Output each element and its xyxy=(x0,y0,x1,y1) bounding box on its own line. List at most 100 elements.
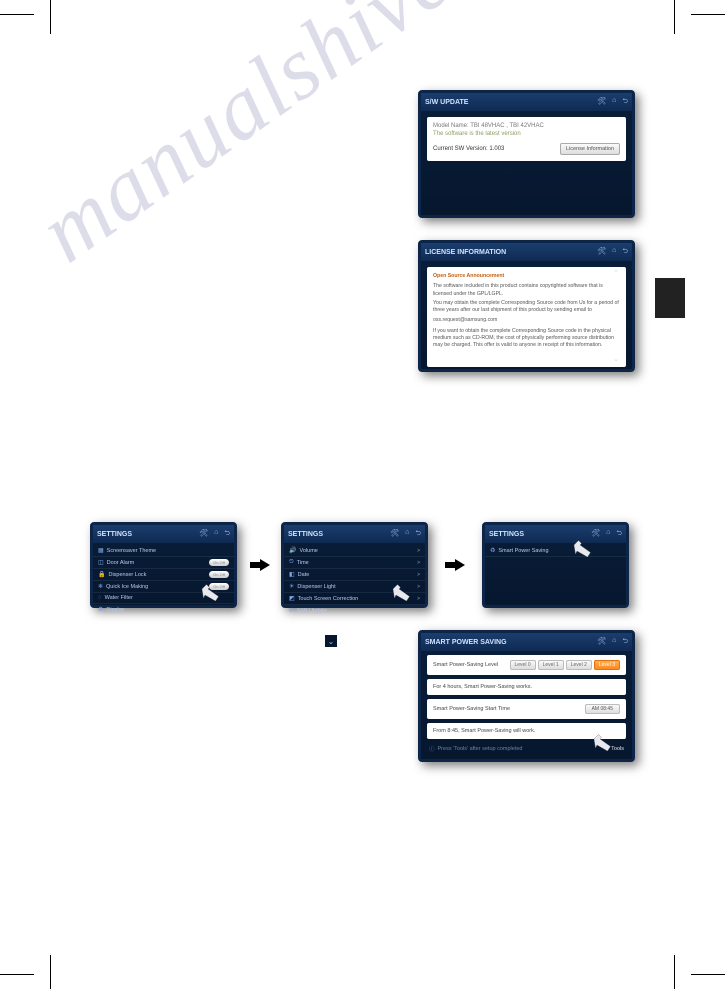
tools-icon[interactable]: 🛠 xyxy=(390,529,399,540)
row-icon: ⟳ xyxy=(289,607,294,614)
down-chevron-icon: ⌄ xyxy=(325,635,337,647)
settings-row[interactable]: ▦Screensaver Theme xyxy=(93,545,234,557)
settings-row[interactable]: ⚙Display xyxy=(93,604,234,616)
row-label: Display xyxy=(106,607,124,613)
tools-button-label[interactable]: Tools xyxy=(611,746,624,752)
power-saving-from-row: From 8:45, Smart Power-Saving will work. xyxy=(427,723,626,739)
latest-version-text: The software is the latest version xyxy=(433,131,620,137)
row-label: Date xyxy=(298,572,310,578)
power-saving-start-row: Smart Power-Saving Start Time AM 08:45 xyxy=(427,699,626,719)
back-icon[interactable]: ⮌ xyxy=(622,637,628,648)
open-source-heading: Open Source Announcement xyxy=(433,273,620,280)
row-icon: 🔒 xyxy=(98,571,105,578)
back-icon[interactable]: ⮌ xyxy=(224,529,230,540)
home-icon[interactable]: ⌂ xyxy=(612,637,616,648)
back-icon[interactable]: ⮌ xyxy=(616,529,622,540)
license-p1: The software included in this product co… xyxy=(433,283,620,298)
chevron-right-icon: > xyxy=(417,560,420,566)
license-p2: You may obtain the complete Correspondin… xyxy=(433,300,620,315)
toggle-switch[interactable]: On Off xyxy=(209,559,229,566)
smart-power-title: SMART POWER SAVING xyxy=(425,639,507,646)
info-icon: ⓘ xyxy=(429,745,435,753)
current-version: Current SW Version: 1.003 xyxy=(433,146,504,152)
row-icon: ☀ xyxy=(289,583,294,590)
tools-icon[interactable]: 🛠 xyxy=(597,247,606,258)
row-icon: ◌ xyxy=(98,595,102,601)
settings-row[interactable]: 🔊Volume > xyxy=(284,545,425,557)
level-2-button[interactable]: Level 2 xyxy=(566,660,592,670)
chevron-right-icon: > xyxy=(417,608,420,614)
row-icon: ⏲ xyxy=(289,559,294,566)
settings-row[interactable]: ◌Water Filter xyxy=(93,593,234,604)
license-p3: If you want to obtain the complete Corre… xyxy=(433,328,620,350)
home-icon[interactable]: ⌂ xyxy=(405,529,409,540)
home-icon[interactable]: ⌂ xyxy=(214,529,218,540)
row-label: Door Alarm xyxy=(107,560,135,566)
settings-panel-1: SETTINGS 🛠⌂⮌ ▦Screensaver Theme◫Door Ala… xyxy=(90,522,237,608)
settings-row[interactable]: ◧Date > xyxy=(284,569,425,581)
row-label: Dispenser Lock xyxy=(108,572,146,578)
tools-icon[interactable]: 🛠 xyxy=(597,637,606,648)
footer-instruction: ⓘ Press 'Tools' after setup completed To… xyxy=(421,743,632,755)
chevron-right-icon: > xyxy=(417,584,420,590)
row-icon: ◫ xyxy=(98,559,104,566)
row-label: Screensaver Theme xyxy=(107,548,156,554)
settings-row[interactable]: ◫Door Alarm On Off xyxy=(93,557,234,569)
settings-panel-2: SETTINGS 🛠⌂⮌ 🔊Volume>⏲Time>◧Date>☀Dispen… xyxy=(281,522,428,608)
model-name: Model Name: TBI 48VHAC , TBI 42VHAC xyxy=(433,123,620,129)
row-icon: ◩ xyxy=(289,595,295,602)
toggle-switch[interactable]: On Off xyxy=(209,571,229,578)
row-label: Dispenser Light xyxy=(297,584,335,590)
scroll-down-icon[interactable]: ⌄ xyxy=(613,355,619,365)
tools-icon[interactable]: 🛠 xyxy=(597,97,606,108)
license-info-panel: LICENSE INFORMATION 🛠 ⌂ ⮌ Open Source An… xyxy=(418,240,635,372)
power-saving-level-row: Smart Power-Saving Level Level 0 Level 1… xyxy=(427,655,626,675)
row-label: Touch Screen Correction xyxy=(298,596,359,602)
level-0-button[interactable]: Level 0 xyxy=(510,660,536,670)
back-icon[interactable]: ⮌ xyxy=(622,97,628,108)
settings-panel-3: SETTINGS 🛠⌂⮌ ♻Smart Power Saving xyxy=(482,522,629,608)
settings-row[interactable]: ☀Dispenser Light > xyxy=(284,581,425,593)
chevron-right-icon: > xyxy=(417,572,420,578)
row-label: Time xyxy=(297,560,309,566)
settings-row[interactable]: 🔒Dispenser Lock On Off xyxy=(93,569,234,581)
back-icon[interactable]: ⮌ xyxy=(415,529,421,540)
recycle-icon: ♻ xyxy=(490,547,495,554)
sw-update-panel: S/W UPDATE 🛠 ⌂ ⮌ Model Name: TBI 48VHAC … xyxy=(418,90,635,218)
toggle-switch[interactable]: On Off xyxy=(209,583,229,590)
smart-power-saving-panel: SMART POWER SAVING 🛠 ⌂ ⮌ Smart Power-Savin… xyxy=(418,630,635,762)
tools-icon[interactable]: 🛠 xyxy=(591,529,600,540)
settings-row[interactable]: ⏲Time > xyxy=(284,557,425,569)
settings-row[interactable]: ⟳S/W Update > xyxy=(284,605,425,617)
settings-row[interactable]: ◩Touch Screen Correction > xyxy=(284,593,425,605)
settings-title: SETTINGS xyxy=(97,531,132,538)
row-icon: 🔊 xyxy=(289,547,296,554)
start-time-button[interactable]: AM 08:45 xyxy=(585,704,620,714)
level-1-button[interactable]: Level 1 xyxy=(538,660,564,670)
level-3-button[interactable]: Level 3 xyxy=(594,660,620,670)
flow-arrow-icon xyxy=(250,558,270,570)
license-body: Open Source Announcement The software in… xyxy=(427,267,626,367)
row-label: Volume xyxy=(299,548,317,554)
smart-power-saving-row[interactable]: ♻Smart Power Saving xyxy=(485,545,626,557)
row-icon: ◧ xyxy=(289,571,295,578)
power-saving-duration-row: For 4 hours, Smart Power-Saving works. xyxy=(427,679,626,695)
license-info-title: LICENSE INFORMATION xyxy=(425,249,506,256)
chevron-right-icon: > xyxy=(417,596,420,602)
back-icon[interactable]: ⮌ xyxy=(622,247,628,258)
tools-icon[interactable]: 🛠 xyxy=(199,529,208,540)
row-icon: ⚙ xyxy=(98,606,103,613)
license-email: oss.request@samsung.com xyxy=(433,317,620,324)
home-icon[interactable]: ⌂ xyxy=(612,247,616,258)
header-icons: 🛠 ⌂ ⮌ xyxy=(597,97,628,108)
row-icon: ▦ xyxy=(98,547,104,554)
license-info-button[interactable]: License Information xyxy=(560,143,620,155)
chevron-right-icon: > xyxy=(417,548,420,554)
scroll-up-icon[interactable]: ⌃ xyxy=(613,269,619,279)
home-icon[interactable]: ⌂ xyxy=(606,529,610,540)
flow-arrow-icon xyxy=(445,558,465,570)
home-icon[interactable]: ⌂ xyxy=(612,97,616,108)
row-label: S/W Update xyxy=(297,608,327,614)
row-label: Water Filter xyxy=(105,595,133,601)
settings-row[interactable]: ❄Quick Ice MakingOn Off xyxy=(93,581,234,593)
